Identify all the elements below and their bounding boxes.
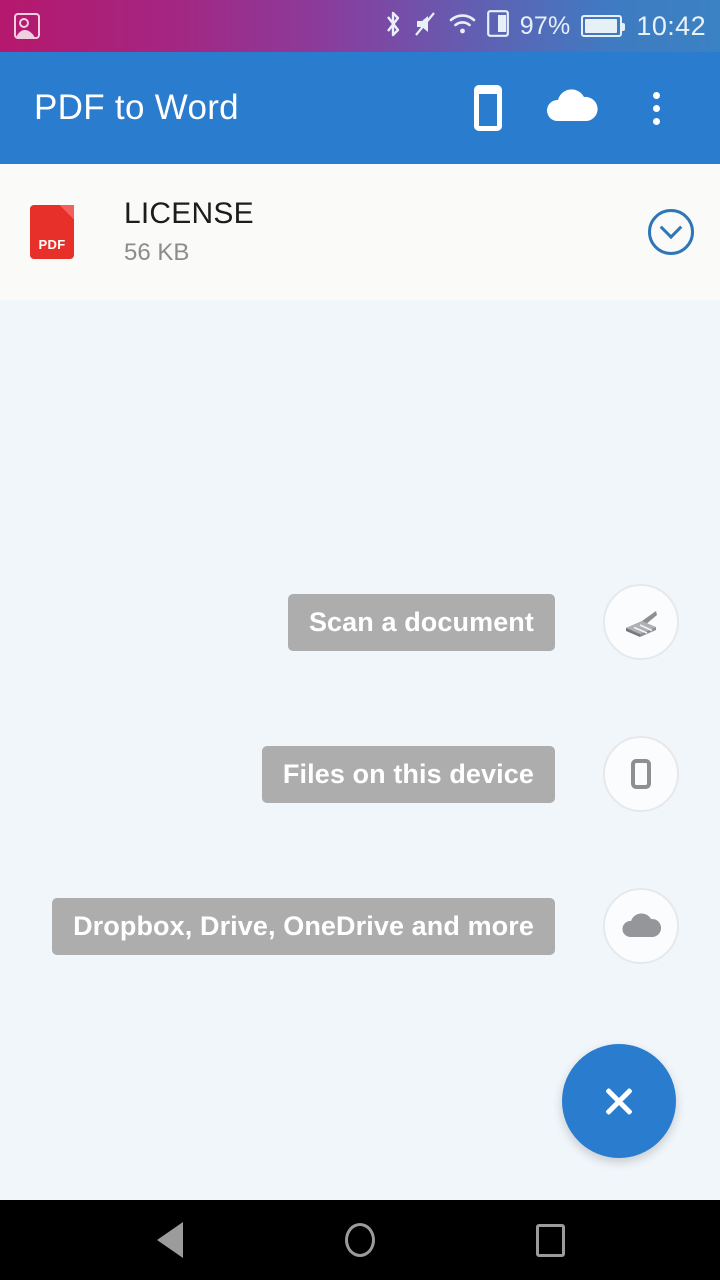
nav-home-button[interactable] xyxy=(325,1205,395,1275)
fab-option-scan-button[interactable] xyxy=(603,584,679,660)
overflow-menu-action[interactable] xyxy=(614,66,698,150)
file-size: 56 KB xyxy=(124,239,190,266)
fab-option-cloud-storage-button[interactable] xyxy=(603,888,679,964)
fab-option-scan[interactable]: Scan a document xyxy=(287,584,679,660)
wifi-icon xyxy=(449,12,476,41)
status-bar: 97% 10:42 xyxy=(0,0,720,52)
device-files-action[interactable] xyxy=(446,66,530,150)
fab-option-device-files-label[interactable]: Files on this device xyxy=(261,745,555,803)
photo-icon xyxy=(14,13,40,39)
cloud-icon xyxy=(619,909,663,943)
scanner-icon xyxy=(620,601,662,643)
phone-icon xyxy=(621,754,661,794)
recents-icon xyxy=(535,1223,565,1257)
fab-option-device-files-button[interactable] xyxy=(603,736,679,812)
close-icon xyxy=(602,1084,636,1118)
status-bar-left xyxy=(14,13,40,39)
nav-back-button[interactable] xyxy=(135,1205,205,1275)
system-navigation-bar xyxy=(0,1200,720,1280)
battery-percent: 97% xyxy=(519,11,571,40)
expand-file-button[interactable] xyxy=(648,209,694,255)
more-vertical-icon xyxy=(652,91,660,125)
pdf-file-icon: PDF xyxy=(30,205,74,259)
battery-icon xyxy=(581,15,626,37)
app-bar: PDF to Word xyxy=(0,52,720,164)
status-bar-clock: 10:42 xyxy=(636,10,706,41)
app-bar-actions xyxy=(446,66,698,150)
chevron-down-icon xyxy=(659,216,683,240)
file-name: LICENSE xyxy=(124,197,254,230)
pdf-file-icon-label: PDF xyxy=(38,237,66,252)
cloud-icon xyxy=(543,85,601,132)
app-title: PDF to Word xyxy=(34,88,239,127)
fab-option-scan-label[interactable]: Scan a document xyxy=(287,593,555,651)
mute-icon xyxy=(414,11,438,42)
status-bar-right: 97% 10:42 xyxy=(383,9,706,44)
bluetooth-icon xyxy=(383,9,403,44)
cloud-storage-action[interactable] xyxy=(530,66,614,150)
back-icon xyxy=(157,1222,183,1258)
fab-option-device-files[interactable]: Files on this device xyxy=(261,736,679,812)
phone-icon xyxy=(474,85,502,131)
sd-card-icon xyxy=(486,10,509,42)
nav-recents-button[interactable] xyxy=(515,1205,585,1275)
home-icon xyxy=(345,1223,375,1257)
file-list-item[interactable]: PDF LICENSE 56 KB xyxy=(0,164,720,300)
fab-speed-dial: Scan a document Files on this device Dro… xyxy=(0,300,720,1200)
fab-option-cloud-storage-label[interactable]: Dropbox, Drive, OneDrive and more xyxy=(52,897,555,955)
fab-option-cloud-storage[interactable]: Dropbox, Drive, OneDrive and more xyxy=(52,888,679,964)
phone-screen: 97% 10:42 PDF to Word PDF LICENSE 56 KB … xyxy=(0,0,720,1280)
fab-close-button[interactable] xyxy=(562,1044,676,1158)
file-info: LICENSE 56 KB xyxy=(124,197,254,267)
